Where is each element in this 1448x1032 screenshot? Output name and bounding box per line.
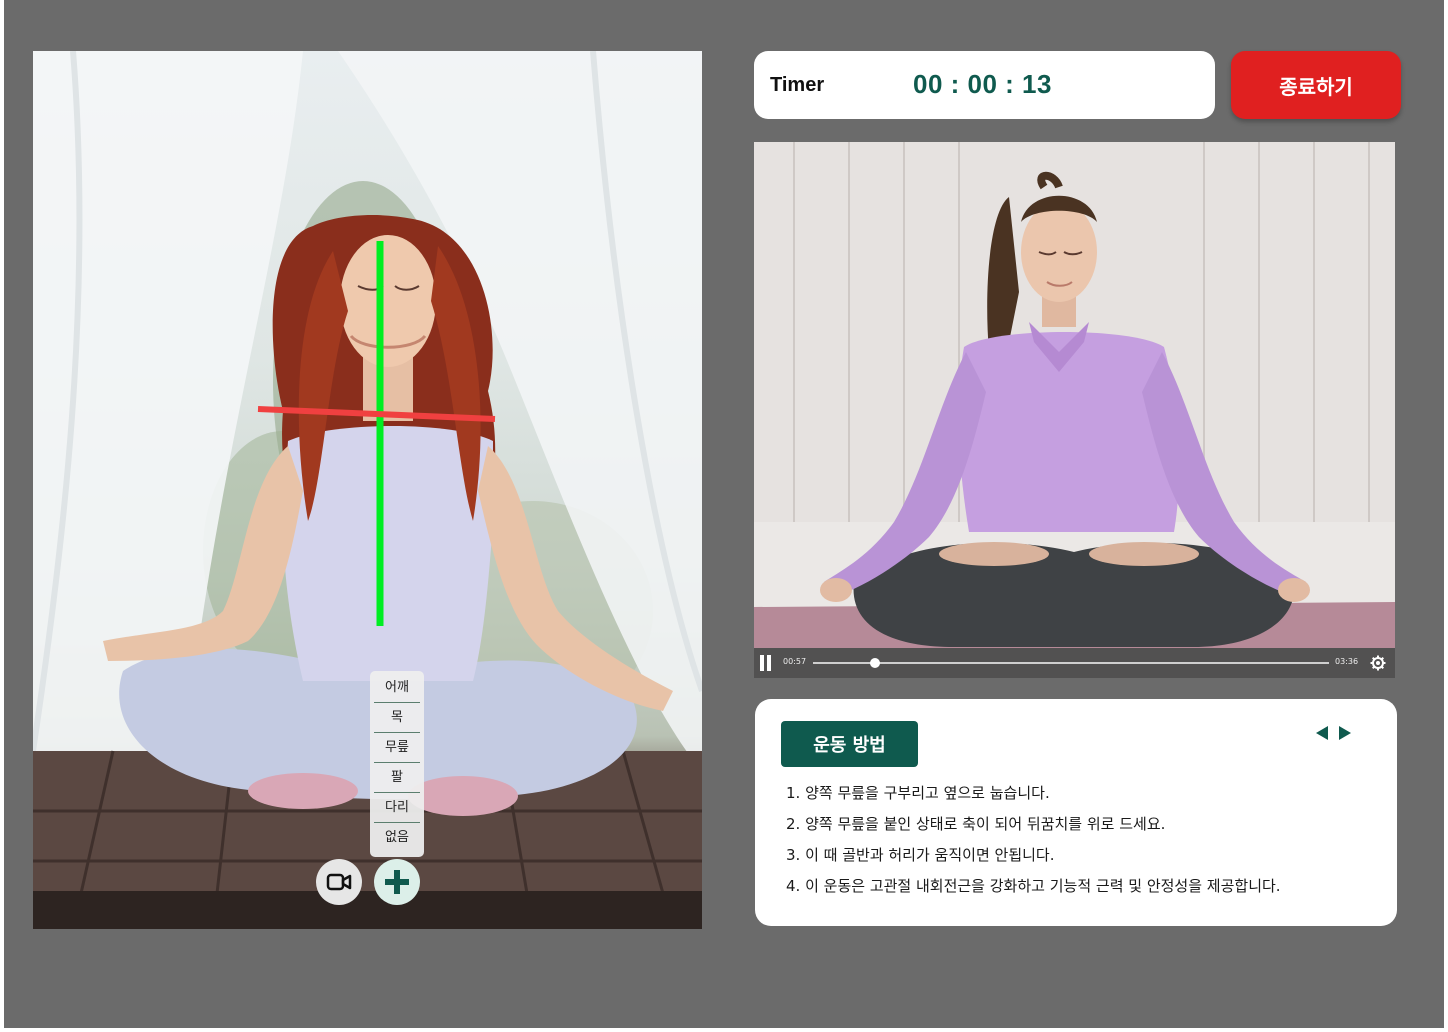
camera-toggle-button[interactable] bbox=[316, 859, 362, 905]
current-time: 00:57 bbox=[783, 657, 807, 666]
timer-label: Timer bbox=[770, 74, 825, 96]
video-camera-icon bbox=[326, 873, 352, 891]
body-part-neck[interactable]: 목 bbox=[374, 703, 420, 733]
pause-icon-bar-left bbox=[760, 655, 764, 671]
duration-time: 03:36 bbox=[1335, 657, 1359, 666]
pause-icon-bar-right bbox=[767, 655, 771, 671]
camera-view bbox=[33, 51, 702, 929]
seek-handle[interactable] bbox=[869, 658, 880, 668]
body-part-knee[interactable]: 무릎 bbox=[374, 733, 420, 763]
instructions-panel: 운동 방법 1. 양쪽 무릎을 구부리고 옆으로 눕습니다. 2. 양쪽 무릎을… bbox=[755, 699, 1397, 926]
video-controls: 00:57 03:36 bbox=[754, 648, 1395, 678]
video-frame bbox=[754, 142, 1395, 648]
end-session-button[interactable]: 종료하기 bbox=[1231, 51, 1401, 119]
body-part-menu: 어깨 목 무릎 팔 다리 없음 bbox=[370, 671, 424, 857]
timer-value: 00 : 00 : 13 bbox=[913, 69, 1052, 99]
instruction-steps: 1. 양쪽 무릎을 구부리고 옆으로 눕습니다. 2. 양쪽 무릎을 붙인 상태… bbox=[786, 783, 1281, 907]
instruction-step: 1. 양쪽 무릎을 구부리고 옆으로 눕습니다. bbox=[786, 784, 1050, 802]
body-part-shoulder[interactable]: 어깨 bbox=[374, 673, 420, 703]
body-part-leg[interactable]: 다리 bbox=[374, 793, 420, 823]
add-button[interactable] bbox=[374, 859, 420, 905]
previous-arrow-icon[interactable] bbox=[1314, 725, 1330, 741]
seek-bar[interactable] bbox=[813, 658, 1329, 668]
timer-panel: Timer 00 : 00 : 13 bbox=[754, 51, 1215, 119]
instruction-step: 4. 이 운동은 고관절 내회전근을 강화하고 기능적 근력 및 안정성을 제공… bbox=[786, 877, 1281, 895]
plus-icon bbox=[385, 870, 409, 894]
camera-scene bbox=[33, 51, 702, 929]
body-part-none[interactable]: 없음 bbox=[374, 823, 420, 852]
pause-button[interactable] bbox=[760, 655, 772, 671]
demo-video-player[interactable]: 00:57 03:36 bbox=[754, 142, 1395, 678]
settings-icon[interactable] bbox=[1370, 655, 1386, 671]
body-part-arm[interactable]: 팔 bbox=[374, 763, 420, 793]
next-arrow-icon[interactable] bbox=[1337, 725, 1353, 741]
instruction-step: 2. 양쪽 무릎을 붙인 상태로 축이 되어 뒤꿈치를 위로 드세요. bbox=[786, 815, 1166, 833]
instructions-title: 운동 방법 bbox=[781, 721, 918, 767]
instruction-step: 3. 이 때 골반과 허리가 움직이면 안됩니다. bbox=[786, 846, 1055, 864]
